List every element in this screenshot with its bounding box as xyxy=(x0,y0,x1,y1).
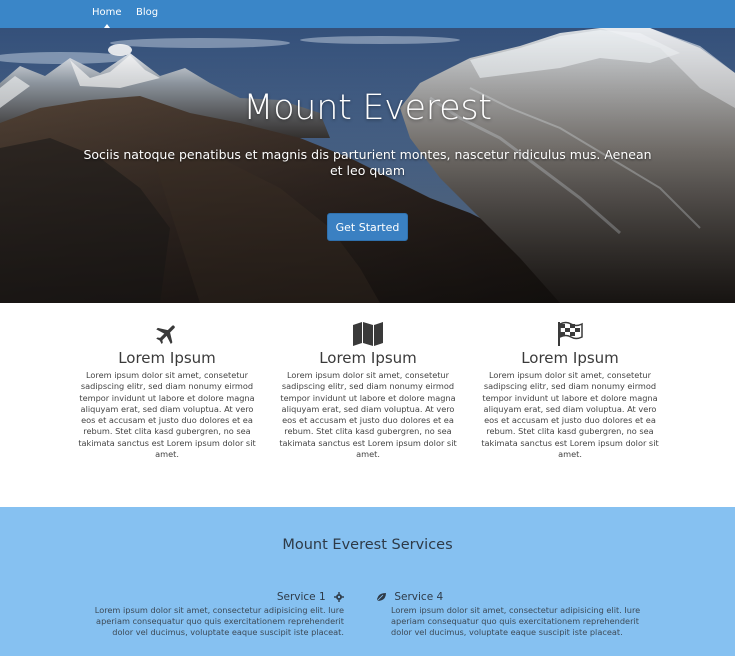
map-icon xyxy=(353,322,383,346)
checkered-flag-icon xyxy=(558,321,583,346)
leaf-icon xyxy=(376,593,386,602)
feature-title: Lorem Ipsum xyxy=(319,349,417,367)
hero-section: Mount Everest Sociis natoque penatibus e… xyxy=(0,28,735,303)
hero-title: Mount Everest xyxy=(243,88,492,128)
service-item: Service 1 Lorem ipsum dolor sit amet, co… xyxy=(94,590,344,638)
gear-icon xyxy=(334,592,344,602)
feature-title: Lorem Ipsum xyxy=(118,349,216,367)
service-name: Service 4 xyxy=(394,591,444,603)
feature-text: Lorem ipsum dolor sit amet, consetetur s… xyxy=(481,370,659,460)
feature-card: Lorem Ipsum Lorem ipsum dolor sit amet, … xyxy=(278,321,458,460)
feature-title: Lorem Ipsum xyxy=(521,349,619,367)
service-header: Service 1 xyxy=(94,590,344,604)
service-header: Service 4 xyxy=(376,590,641,604)
service-text: Lorem ipsum dolor sit amet, consectetur … xyxy=(94,605,344,637)
features-section: Lorem Ipsum Lorem ipsum dolor sit amet, … xyxy=(0,303,735,507)
nav-blog-link[interactable]: Blog xyxy=(136,0,158,28)
get-started-button[interactable]: Get Started xyxy=(327,213,408,241)
services-section: Mount Everest Services Service 1 Lorem i… xyxy=(0,507,735,656)
feature-card: Lorem Ipsum Lorem ipsum dolor sit amet, … xyxy=(77,321,257,460)
service-item: Service 4 Lorem ipsum dolor sit amet, co… xyxy=(376,590,641,638)
hero-subtitle: Sociis natoque penatibus et magnis dis p… xyxy=(83,147,652,178)
navbar: Home Blog xyxy=(0,0,735,28)
services-title: Mount Everest Services xyxy=(282,537,453,553)
service-text: Lorem ipsum dolor sit amet, consectetur … xyxy=(391,605,641,637)
service-name: Service 1 xyxy=(276,591,326,603)
nav-home-link[interactable]: Home xyxy=(92,0,122,28)
airplane-icon xyxy=(156,325,175,344)
feature-text: Lorem ipsum dolor sit amet, consetetur s… xyxy=(78,370,256,460)
feature-card: Lorem Ipsum Lorem ipsum dolor sit amet, … xyxy=(480,321,660,460)
feature-text: Lorem ipsum dolor sit amet, consetetur s… xyxy=(279,370,457,460)
